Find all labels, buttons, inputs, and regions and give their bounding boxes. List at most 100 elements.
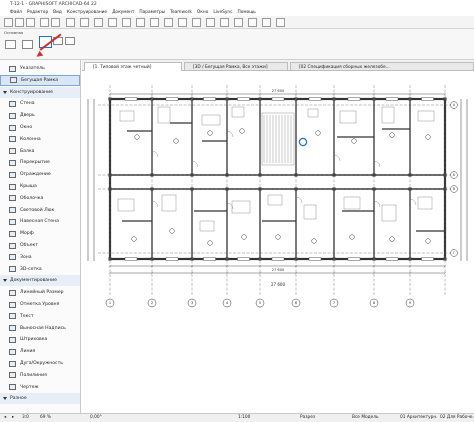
menu-livesync[interactable]: LiveSync — [213, 9, 232, 16]
door-swing — [151, 150, 159, 158]
toolbox-item-label: Чертеж — [20, 384, 39, 390]
section-icon[interactable] — [164, 18, 173, 27]
toolbox-item-dimension[interactable]: Линейный Размер — [0, 287, 80, 298]
menu-document[interactable]: Документ — [112, 9, 134, 16]
polygon-marquee-icon[interactable] — [65, 37, 75, 45]
toolbox-section-more[interactable]: Разное — [0, 393, 80, 405]
drawing-canvas[interactable]: 1 2 3 4 5 6 7 8 9 А Б В Г 27 600 27 600 27 600 — [82, 71, 474, 413]
toolbox-item-zone[interactable]: Зона — [0, 252, 80, 263]
menu-design[interactable]: Конструирование — [67, 9, 107, 16]
window-top — [385, 97, 399, 101]
menu-help[interactable]: Помощь — [237, 9, 255, 16]
toolbox-item-window[interactable]: Окно — [0, 122, 80, 133]
toolbox-item-label: Крыша — [20, 184, 37, 189]
orbit-icon[interactable] — [276, 18, 285, 27]
toolbox-item-mesh[interactable]: 3D-сетка — [0, 264, 80, 275]
toolbox-item-skylight[interactable]: Световой Люк — [0, 205, 80, 216]
axis-letter: Г — [453, 251, 455, 255]
furniture-block — [417, 196, 433, 210]
marquee-thin-icon[interactable] — [22, 40, 33, 49]
toolbox-item-object[interactable]: Объект — [0, 240, 80, 251]
menu-options[interactable]: Параметры — [139, 9, 165, 16]
infobox-label: Основная — [4, 30, 24, 35]
menu-edit[interactable]: Редактор — [27, 9, 48, 16]
toolbox-item-door[interactable]: Дверь — [0, 110, 80, 121]
zoom-out-icon[interactable] — [234, 18, 243, 27]
nav-forward-icon[interactable]: ▸ — [12, 414, 14, 422]
zoom-in-icon[interactable] — [220, 18, 229, 27]
redo-icon[interactable] — [51, 18, 60, 27]
dimension-tool-icon[interactable] — [192, 18, 201, 27]
floor-plan-icon[interactable] — [150, 18, 159, 27]
toolbox-section-design[interactable]: Конструирование — [0, 86, 80, 98]
undo-icon[interactable] — [40, 18, 49, 27]
3d-view-icon[interactable] — [136, 18, 145, 27]
menu-view[interactable]: Вид — [53, 9, 62, 16]
toolbox-item-morph[interactable]: Морф — [0, 228, 80, 239]
chevron-down-icon[interactable] — [3, 90, 7, 94]
layer-combination[interactable]: Разрез — [300, 414, 315, 422]
open-icon[interactable] — [15, 18, 24, 27]
toolbox-item-curtain-wall[interactable]: Навесная Стена — [0, 216, 80, 227]
zoom-level[interactable]: 69 % — [40, 414, 51, 422]
toolbox-item-marquee[interactable]: Бегущая Рамка — [0, 74, 80, 86]
toolbox-item-label[interactable]: Выносная Надпись — [0, 323, 80, 334]
menu-window[interactable]: Окно — [197, 9, 208, 16]
column — [150, 173, 154, 177]
toolbox-item-slab[interactable]: Перекрытие — [0, 157, 80, 168]
column — [408, 187, 412, 191]
door-swing — [373, 160, 381, 168]
toolbox-item-label: Бегущая Рамка — [21, 77, 59, 83]
tab-floor-plan[interactable]: [1. Типовой этаж четный] — [84, 62, 182, 71]
fill-tool-icon — [9, 336, 16, 343]
column — [150, 187, 154, 191]
toolbox-item-drawing[interactable]: Чертеж — [0, 382, 80, 393]
new-file-icon[interactable] — [4, 18, 13, 27]
toolbox-item-wall[interactable]: Стена — [0, 98, 80, 109]
toolbox-item-column[interactable]: Колонна — [0, 134, 80, 145]
toolbox-section-document[interactable]: Документирование — [0, 275, 80, 287]
room-tag — [315, 130, 321, 136]
model-view[interactable]: Все Модель — [352, 414, 379, 422]
layers-icon[interactable] — [122, 18, 131, 27]
toolbox-item-line[interactable]: Линия — [0, 346, 80, 357]
menu-file[interactable]: Файл — [10, 9, 22, 16]
nav-back-icon[interactable]: ◂ — [4, 414, 6, 422]
dim-total-top-text: 27 600 — [272, 89, 285, 93]
single-select-icon[interactable] — [5, 40, 16, 49]
toolbox-item-shell[interactable]: Оболочка — [0, 193, 80, 204]
toolbox-item-railing[interactable]: Ограждение — [0, 169, 80, 180]
menu-teamwork[interactable]: Teamwork — [170, 9, 192, 16]
toolbox-item-text[interactable]: Текст — [0, 311, 80, 322]
pan-icon[interactable] — [262, 18, 271, 27]
scale-value[interactable]: 1:100 — [238, 414, 250, 422]
grid-snap-icon[interactable] — [108, 18, 117, 27]
toolbox-item-arc[interactable]: Дуга/Окружность — [0, 358, 80, 369]
angle-value[interactable]: 0,00° — [90, 414, 102, 422]
toolbox-item-level-dimension[interactable]: Отметка Уровня — [0, 299, 80, 310]
toolbox-item-beam[interactable]: Балка — [0, 146, 80, 157]
toolbox-item-roof[interactable]: Крыша — [0, 181, 80, 192]
toolbox-item-polyline[interactable]: Полилиния — [0, 370, 80, 381]
tab-3d[interactable]: [3D / Бегущая Рамка, Все этажи] — [184, 62, 288, 71]
chevron-down-icon[interactable] — [3, 279, 7, 283]
save-icon[interactable] — [26, 18, 35, 27]
room-tag — [207, 130, 213, 136]
pointer-icon[interactable] — [66, 18, 75, 27]
text-tool-icon[interactable] — [206, 18, 215, 27]
trace-icon[interactable] — [94, 18, 103, 27]
chevron-down-icon[interactable] — [3, 397, 7, 401]
elevation-icon[interactable] — [178, 18, 187, 27]
magic-wand-icon[interactable] — [80, 18, 89, 27]
room-tag — [207, 240, 213, 246]
tab-schedule[interactable]: [02 Спецификация сборных железобе... — [290, 62, 474, 71]
dim-total-bottom-text: 27 600 — [272, 268, 285, 272]
status-nav[interactable]: 3:0 — [22, 414, 29, 422]
dimension-standard[interactable]: 02 Для Рабоче... — [440, 414, 474, 422]
mvo-combo[interactable]: 01 Архитектурн... — [400, 414, 438, 422]
toolbox-item-fill[interactable]: Штриховка — [0, 334, 80, 345]
window-bottom — [308, 257, 322, 261]
door-swing — [373, 200, 381, 208]
fit-window-icon[interactable] — [248, 18, 257, 27]
toolbox-item-pointer[interactable]: Указатель — [0, 63, 80, 74]
